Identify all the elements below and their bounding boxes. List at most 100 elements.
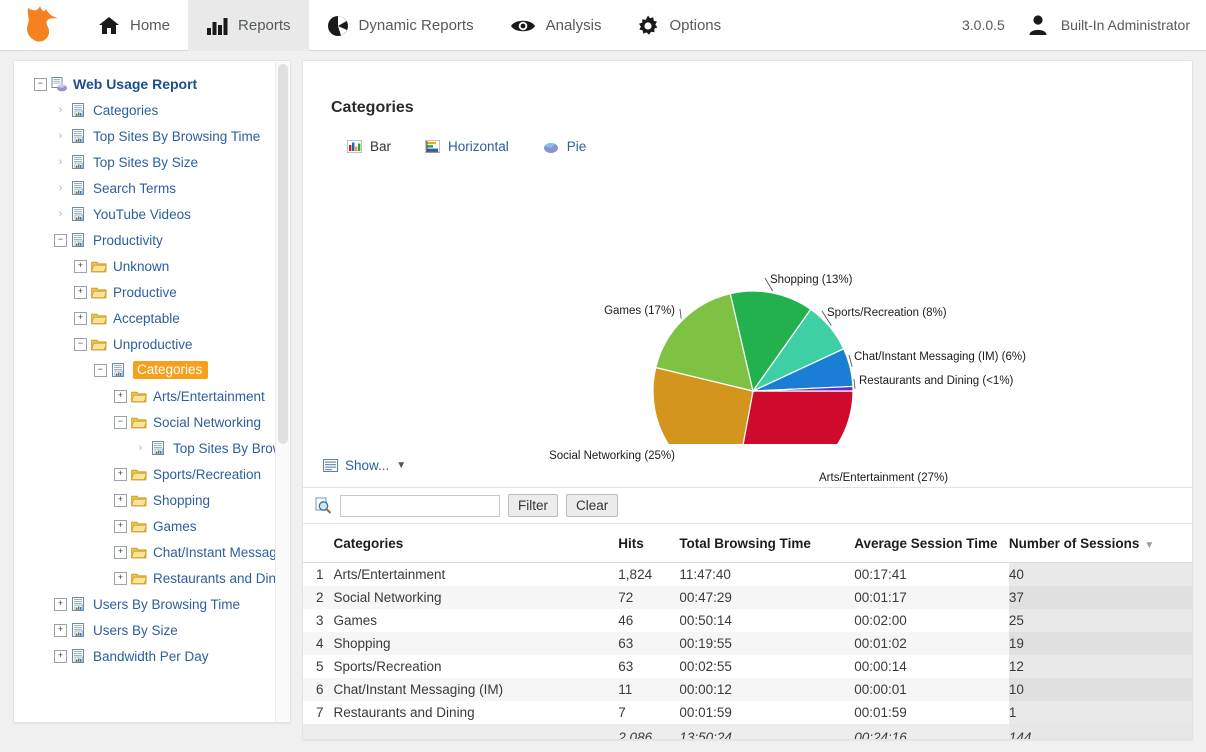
cell-category: Games — [334, 609, 619, 632]
cell-index: 1 — [303, 563, 334, 587]
nav-item-dynamic-reports[interactable]: Dynamic Reports — [309, 0, 492, 51]
expand-icon[interactable]: + — [54, 624, 67, 637]
chevron-right-icon[interactable]: › — [134, 442, 147, 455]
tree-item-label: Productivity — [93, 233, 163, 248]
tree-item-top-sites-by-size[interactable]: › Top Sites By Size — [14, 149, 290, 175]
cell-index: 7 — [303, 701, 334, 724]
tree-item-top-sites-by-browsing-time[interactable]: › Top Sites By Browsing Time — [14, 123, 290, 149]
expand-icon[interactable]: + — [74, 286, 87, 299]
report-tree: − Web Usage Report› Categories› Top Site… — [14, 61, 290, 669]
bar-chart-icon — [347, 140, 362, 153]
expand-icon[interactable]: + — [74, 312, 87, 325]
tree-item-games[interactable]: + Games — [14, 513, 290, 539]
tree-item-shopping[interactable]: + Shopping — [14, 487, 290, 513]
sidebar-scrollbar-thumb[interactable] — [278, 64, 288, 444]
column-header-total-browsing-time[interactable]: Total Browsing Time — [679, 524, 854, 563]
chart-type-pie[interactable]: Pie — [543, 139, 587, 154]
expand-icon[interactable]: + — [54, 650, 67, 663]
nav-item-options[interactable]: Options — [619, 0, 739, 51]
tree-item-label: Search Terms — [93, 181, 176, 196]
expand-icon[interactable]: + — [114, 572, 127, 585]
cell-number-of-sessions: 40 — [1009, 563, 1192, 587]
tree-item-bandwidth-per-day[interactable]: + Bandwidth Per Day — [14, 643, 290, 669]
table-row[interactable]: 4Shopping6300:19:5500:01:0219 — [303, 632, 1192, 655]
collapse-icon[interactable]: − — [34, 78, 47, 91]
bar-chart-icon — [206, 16, 228, 36]
nav-item-analysis[interactable]: Analysis — [492, 0, 620, 51]
expand-icon[interactable]: + — [54, 598, 67, 611]
column-header-hits[interactable]: Hits — [618, 524, 679, 563]
tree-item-label: Bandwidth Per Day — [93, 649, 209, 664]
tree-item-label: Restaurants and Dini — [153, 571, 279, 586]
tree-item-productivity[interactable]: − Productivity — [14, 227, 290, 253]
tree-item-unknown[interactable]: + Unknown — [14, 253, 290, 279]
pie-slice-label: Restaurants and Dining (<1%) — [859, 375, 1013, 387]
report-icon — [71, 597, 89, 611]
user-avatar-icon — [1027, 14, 1049, 36]
tree-item-arts-entertainment[interactable]: + Arts/Entertainment — [14, 383, 290, 409]
tree-item-users-by-browsing-time[interactable]: + Users By Browsing Time — [14, 591, 290, 617]
tree-item-restaurants-and-dini[interactable]: + Restaurants and Dini — [14, 565, 290, 591]
tree-item-sports-recreation[interactable]: + Sports/Recreation — [14, 461, 290, 487]
totals-number-of-sessions: 144 — [1009, 724, 1192, 740]
tree-item-acceptable[interactable]: + Acceptable — [14, 305, 290, 331]
app-logo[interactable] — [0, 0, 80, 50]
sidebar-scrollbar[interactable] — [275, 62, 289, 723]
table-row[interactable]: 5Sports/Recreation6300:02:5500:00:1412 — [303, 655, 1192, 678]
column-header-number-of-sessions[interactable]: Number of Sessions▼ — [1009, 524, 1192, 563]
table-row[interactable]: 3Games4600:50:1400:02:0025 — [303, 609, 1192, 632]
table-row[interactable]: 1Arts/Entertainment1,82411:47:4000:17:41… — [303, 563, 1192, 587]
totals-category — [334, 724, 619, 740]
pie-slice[interactable] — [735, 391, 853, 444]
tree-item-search-terms[interactable]: › Search Terms — [14, 175, 290, 201]
tree-item-categories[interactable]: › Categories — [14, 97, 290, 123]
tree-item-youtube-videos[interactable]: › YouTube Videos — [14, 201, 290, 227]
chevron-right-icon[interactable]: › — [54, 104, 67, 117]
nav-label-reports: Reports — [238, 17, 291, 34]
tree-item-chat-instant-messag[interactable]: + Chat/Instant Messag — [14, 539, 290, 565]
tree-item-categories[interactable]: − Categories — [14, 357, 290, 383]
nav-item-reports[interactable]: Reports — [188, 0, 309, 51]
chart-type-horizontal[interactable]: Horizontal — [425, 139, 509, 154]
collapse-icon[interactable]: − — [54, 234, 67, 247]
collapse-icon[interactable]: − — [74, 338, 87, 351]
tree-item-unproductive[interactable]: − Unproductive — [14, 331, 290, 357]
chevron-right-icon[interactable]: › — [54, 208, 67, 221]
cell-index: 4 — [303, 632, 334, 655]
tree-item-social-networking[interactable]: − Social Networking — [14, 409, 290, 435]
table-row[interactable]: 7Restaurants and Dining700:01:5900:01:59… — [303, 701, 1192, 724]
filter-button[interactable]: Filter — [508, 494, 558, 517]
cell-total-browsing-time: 00:01:59 — [679, 701, 854, 724]
pie-label-leader-line — [680, 309, 681, 319]
column-header-index[interactable] — [303, 524, 334, 563]
tree-item-label: Top Sites By Brow — [173, 441, 283, 456]
chevron-right-icon[interactable]: › — [54, 156, 67, 169]
expand-icon[interactable]: + — [74, 260, 87, 273]
nav-item-home[interactable]: Home — [80, 0, 188, 51]
cell-total-browsing-time: 00:50:14 — [679, 609, 854, 632]
column-header-average-session-time[interactable]: Average Session Time — [854, 524, 1009, 563]
tree-item-top-sites-by-brow[interactable]: › Top Sites By Brow — [14, 435, 290, 461]
table-row[interactable]: 2Social Networking7200:47:2900:01:1737 — [303, 586, 1192, 609]
chevron-right-icon[interactable]: › — [54, 130, 67, 143]
tree-item-web-usage-report[interactable]: − Web Usage Report — [14, 71, 290, 97]
user-menu[interactable]: Built-In Administrator — [1027, 0, 1206, 50]
chart-type-bar[interactable]: Bar — [347, 139, 391, 154]
collapse-icon[interactable]: − — [114, 416, 127, 429]
tree-item-users-by-size[interactable]: + Users By Size — [14, 617, 290, 643]
expand-icon[interactable]: + — [114, 494, 127, 507]
expand-icon[interactable]: + — [114, 468, 127, 481]
clear-button[interactable]: Clear — [566, 494, 618, 517]
chart-type-switcher: Bar Horizontal P — [303, 117, 1192, 154]
filter-input[interactable] — [340, 495, 500, 517]
expand-icon[interactable]: + — [114, 390, 127, 403]
cell-hits: 1,824 — [618, 563, 679, 587]
chevron-right-icon[interactable]: › — [54, 182, 67, 195]
expand-icon[interactable]: + — [114, 546, 127, 559]
collapse-icon[interactable]: − — [94, 364, 107, 377]
expand-icon[interactable]: + — [114, 520, 127, 533]
report-table: Categories Hits Total Browsing Time Aver… — [303, 524, 1192, 740]
tree-item-productive[interactable]: + Productive — [14, 279, 290, 305]
table-row[interactable]: 6Chat/Instant Messaging (IM)1100:00:1200… — [303, 678, 1192, 701]
column-header-categories[interactable]: Categories — [334, 524, 619, 563]
